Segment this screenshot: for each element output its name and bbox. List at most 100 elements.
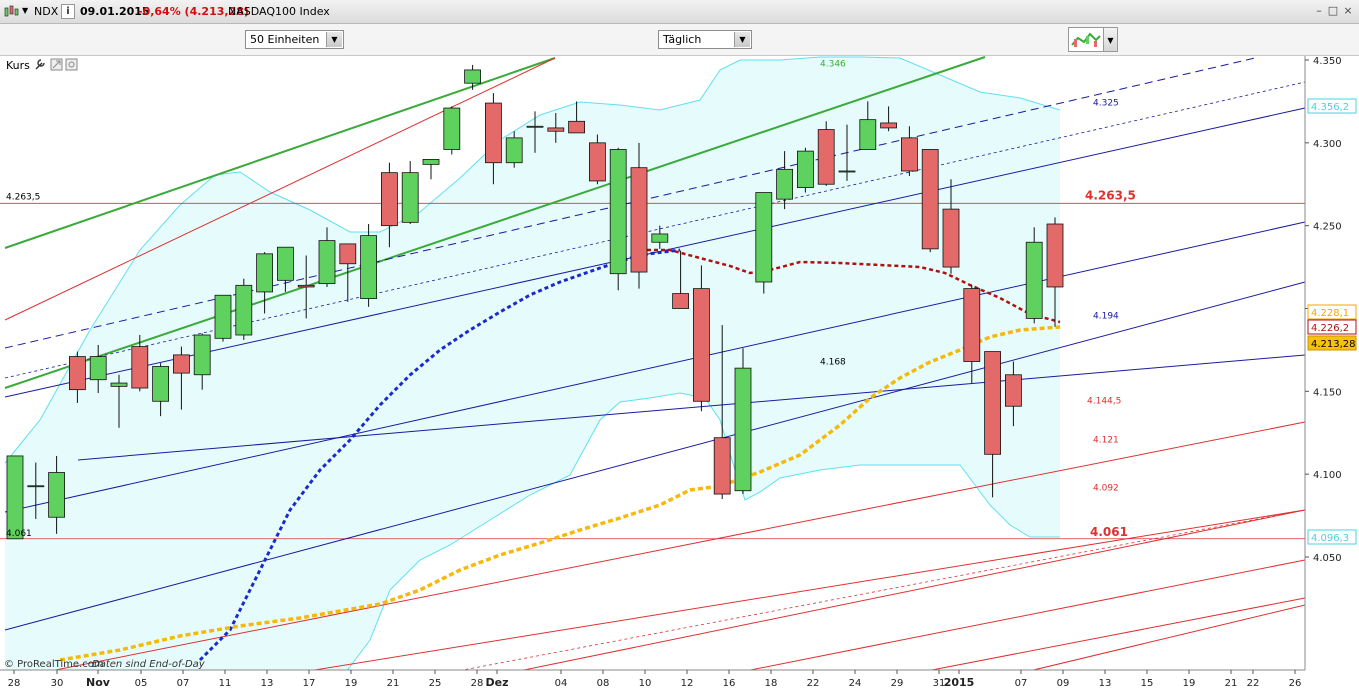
candle-body [755, 192, 773, 283]
price-tag-label: 4.226,2 [1311, 323, 1349, 334]
close-button[interactable]: × [1341, 4, 1355, 18]
price-tag-label: 4.228,1 [1311, 308, 1349, 319]
y-tick-label: 4.150 [1313, 387, 1342, 398]
y-tick-label: 4.300 [1313, 139, 1342, 150]
line-label: 4.121 [1093, 435, 1119, 445]
candle-body [235, 284, 253, 336]
period-select-value: Täglich [663, 33, 702, 46]
x-tick-label: 22 [1247, 678, 1260, 689]
candle-body [214, 294, 232, 339]
chart-type-icon[interactable] [4, 4, 20, 21]
period-dropdown-icon[interactable]: ▼ [734, 32, 750, 47]
x-tick-label: 26 [1289, 678, 1302, 689]
line-label: 4.263,5 [6, 192, 40, 202]
candle-body [589, 142, 606, 182]
line-label: 4.346 [820, 60, 846, 70]
maximize-panel-icon[interactable] [50, 58, 63, 71]
candle [609, 147, 627, 291]
candle-body [859, 119, 877, 150]
candle [214, 294, 232, 342]
x-tick-label: 24 [849, 678, 862, 689]
y-tick-label: 4.050 [1313, 553, 1342, 564]
line-label: 4.194 [1093, 311, 1119, 321]
candle-body [110, 382, 128, 387]
candle-body [1005, 374, 1022, 407]
x-tick-label: 29 [891, 678, 904, 689]
x-tick-label: 07 [1015, 678, 1028, 689]
candle [6, 455, 24, 540]
units-select[interactable]: 50 Einheiten ▼ [245, 30, 344, 49]
candle [443, 106, 461, 155]
window-titlebar: ▼ NDX i 09.01.2015 -0,64% (4.213,28) NAS… [0, 0, 1359, 24]
candle-body [152, 366, 170, 402]
candle-body [69, 356, 86, 391]
x-tick-label: 19 [345, 678, 358, 689]
candle-body [1025, 241, 1043, 319]
x-tick-label: 30 [51, 678, 64, 689]
candle-body [880, 122, 897, 129]
panel-header: Kurs [4, 58, 86, 74]
candle [817, 121, 835, 186]
info-icon[interactable]: i [61, 4, 75, 19]
chevron-down-icon[interactable]: ▼ [22, 6, 28, 15]
candle-body [547, 127, 565, 132]
x-tick-label: 13 [261, 678, 274, 689]
panel-label: Kurs [6, 59, 30, 72]
candle-body [1046, 223, 1064, 288]
candle-body [734, 367, 752, 492]
candle-body [48, 472, 65, 518]
candle [734, 348, 752, 495]
price-tag-label: 4.213,28 [1311, 339, 1356, 350]
line-label: 4.168 [820, 358, 846, 368]
x-tick-label: 05 [135, 678, 148, 689]
candle-body [568, 120, 585, 134]
period-select[interactable]: Täglich ▼ [658, 30, 752, 49]
line-label: 4.092 [1093, 483, 1119, 493]
candle-body [963, 288, 981, 362]
footer-note: Daten sind End-of-Day [92, 659, 206, 670]
price-chart[interactable]: 4.263,5 4.263,5 4.346 4.325 4.194 4.168 4.144,… [0, 56, 1359, 694]
indicator-dropdown-icon[interactable]: ▼ [1104, 27, 1118, 52]
symbol-label[interactable]: NDX [34, 5, 58, 18]
y-tick-label: 4.350 [1313, 56, 1342, 67]
candle-body [693, 288, 710, 402]
candle-body [505, 137, 523, 164]
x-tick-label: 10 [639, 678, 652, 689]
x-tick-label: 13 [1099, 678, 1112, 689]
candle-body [921, 149, 939, 250]
candle-body [318, 240, 336, 285]
units-dropdown-icon[interactable]: ▼ [326, 32, 342, 47]
candle-body [193, 334, 211, 376]
line-label: 4.061 [6, 529, 32, 539]
x-tick-label: 28 [8, 678, 21, 689]
candle-body [484, 102, 502, 164]
x-tick-label: 15 [1141, 678, 1154, 689]
candle-body [401, 172, 419, 223]
line-label: 4.061 [1090, 525, 1128, 539]
line-label: 4.263,5 [1085, 188, 1136, 202]
settings-panel-icon[interactable] [65, 58, 78, 71]
candle-body [380, 172, 398, 227]
candle-body [817, 129, 835, 185]
restore-button[interactable]: □ [1326, 4, 1340, 18]
candle [921, 149, 939, 253]
x-tick-label: 18 [765, 678, 778, 689]
x-tick-label: 17 [303, 678, 316, 689]
candle [797, 147, 814, 193]
x-tick-label: 09 [1057, 678, 1070, 689]
minimize-button[interactable]: – [1312, 4, 1326, 18]
candle-body [360, 235, 378, 299]
candle-body [713, 437, 731, 495]
x-tick-label: 21 [1225, 678, 1238, 689]
candle-body [797, 150, 814, 188]
candle-body [172, 354, 190, 374]
candle-body [27, 485, 45, 488]
y-tick-label: 4.100 [1313, 470, 1342, 481]
indicator-button[interactable] [1068, 27, 1104, 52]
x-tick-label: 16 [723, 678, 736, 689]
x-tick-label: 04 [555, 678, 568, 689]
candle-body [901, 137, 918, 172]
candle-body [464, 69, 482, 84]
candle-body [630, 167, 648, 273]
wrench-icon[interactable] [35, 59, 46, 70]
